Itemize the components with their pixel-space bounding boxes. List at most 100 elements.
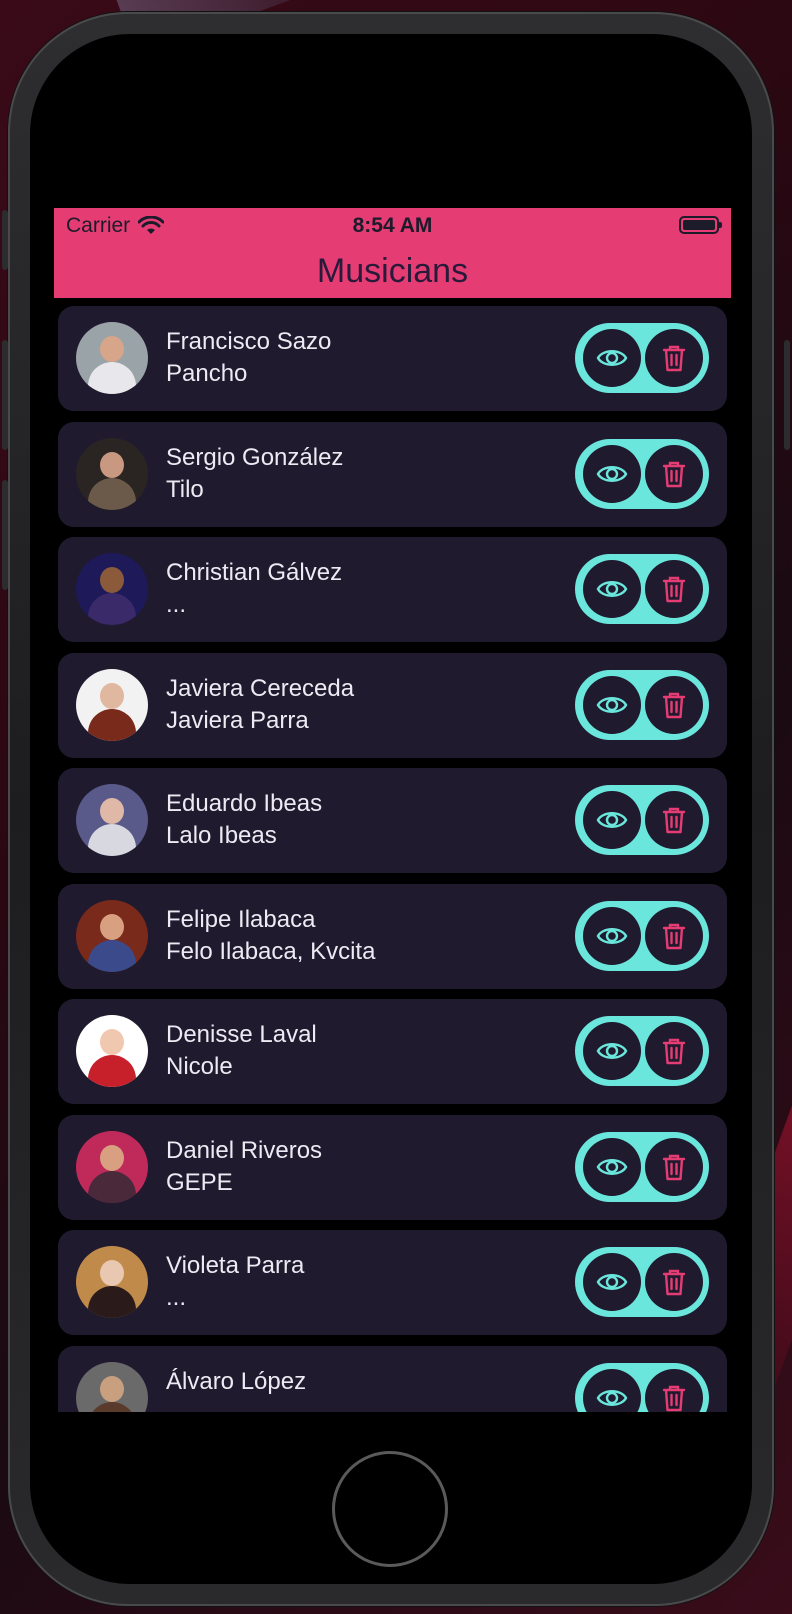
avatar-head [100,451,124,478]
eye-icon [596,696,628,713]
trash-icon [662,1154,686,1180]
musician-alias: Lalo Ibeas [166,822,277,849]
avatar-head [100,798,124,824]
musician-name: Eduardo Ibeas [166,790,323,817]
view-button[interactable] [583,791,641,849]
musician-name: Christian Gálvez [166,559,343,586]
action-pill [575,785,709,855]
eye-icon [596,465,628,482]
musician-names: Francisco Sazo Pancho [166,326,331,390]
action-pill [575,554,709,624]
trash-icon [662,461,686,487]
avatar [76,784,148,856]
musician-name: Sergio González [166,443,344,471]
trash-icon [662,1269,686,1296]
view-button[interactable] [583,1253,641,1311]
delete-button[interactable] [645,1253,703,1311]
view-button[interactable] [583,1368,641,1412]
trash-icon [662,1038,686,1065]
navigation-bar: Carrier 8:54 AM Musicians [54,208,731,298]
avatar-head [100,1029,124,1055]
action-pill [575,1362,709,1412]
eye-icon [596,1158,628,1175]
list-item[interactable]: Daniel Riveros GEPE [58,1114,727,1220]
view-button[interactable] [583,906,641,965]
view-button[interactable] [583,329,641,387]
delete-button[interactable] [645,1368,703,1412]
avatar-body [88,593,136,625]
view-button[interactable] [583,560,641,618]
list-item[interactable]: Sergio González Tilo [58,421,727,527]
eye-icon [596,581,628,597]
avatar-head [100,567,124,593]
eye-icon [596,1274,628,1290]
list-item[interactable]: Christian Gálvez... [58,537,727,642]
avatar [76,668,148,741]
musician-name: Francisco Sazo [166,328,332,355]
view-button[interactable] [583,675,641,734]
avatar-body [88,1286,136,1318]
list-item[interactable]: Denisse Laval Nicole [58,999,727,1104]
delete-button[interactable] [645,906,703,965]
delete-button[interactable] [645,560,703,618]
avatar [76,1130,148,1203]
avatar [76,1015,148,1087]
avatar-head [100,1375,124,1402]
musician-names: Eduardo Ibeas Lalo Ibeas [166,788,322,852]
avatar [76,437,148,510]
avatar-head [100,336,124,362]
list-item[interactable]: Eduardo Ibeas Lalo Ibeas [58,768,727,873]
trash-icon [662,692,686,718]
musician-alias: ... [166,591,187,618]
musician-name: Javiera Cereceda [166,674,355,702]
trash-icon [662,923,686,949]
musician-names: Javiera Cereceda Javiera Parra [166,673,354,737]
avatar-body [88,939,136,972]
musician-alias: GEPE [166,1168,233,1196]
avatar [76,899,148,972]
action-pill [575,1131,709,1202]
avatar-body [88,1055,136,1087]
musician-name: Daniel Riveros [166,1136,323,1164]
delete-button[interactable] [645,675,703,734]
avatar-body [88,824,136,856]
status-time: 8:54 AM [352,214,433,237]
eye-icon [596,812,628,828]
delete-button[interactable] [645,1022,703,1080]
avatar [76,553,148,625]
musician-name: Violeta Parra [166,1252,305,1279]
action-pill [575,438,709,509]
view-button[interactable] [583,1137,641,1196]
volume-down-button [2,480,8,590]
list-item[interactable]: Álvaro López [58,1345,727,1412]
list-item[interactable]: Felipe Ilabaca Felo Ilabaca, Kvcita [58,883,727,989]
delete-button[interactable] [645,1137,703,1196]
musician-names: Denisse Laval Nicole [166,1019,317,1083]
delete-button[interactable] [645,444,703,503]
avatar-body [88,1401,136,1412]
avatar [76,322,148,394]
list-item[interactable]: Violeta Parra... [58,1230,727,1335]
eye-icon [596,1389,628,1406]
list-item[interactable]: Francisco Sazo Pancho [58,306,727,411]
power-button [784,340,790,450]
delete-button[interactable] [645,329,703,387]
app-screen: Carrier 8:54 AM Musicians Francisco Sazo… [54,208,731,1412]
trash-icon [662,807,686,834]
eye-icon [596,927,628,944]
musician-names: Sergio González Tilo [166,442,343,506]
view-button[interactable] [583,1022,641,1080]
musician-names: Felipe Ilabaca Felo Ilabaca, Kvcita [166,904,375,968]
musician-alias: Pancho [166,360,248,387]
list-item[interactable]: Javiera Cereceda Javiera Parra [58,652,727,758]
mute-switch [2,210,8,270]
musician-alias: Felo Ilabaca, Kvcita [166,937,376,965]
action-pill [575,900,709,971]
view-button[interactable] [583,444,641,503]
avatar-body [88,477,136,510]
home-button[interactable] [332,1451,448,1567]
action-pill [575,669,709,740]
musician-alias: Javiera Parra [166,706,309,734]
delete-button[interactable] [645,791,703,849]
action-pill [575,1247,709,1317]
